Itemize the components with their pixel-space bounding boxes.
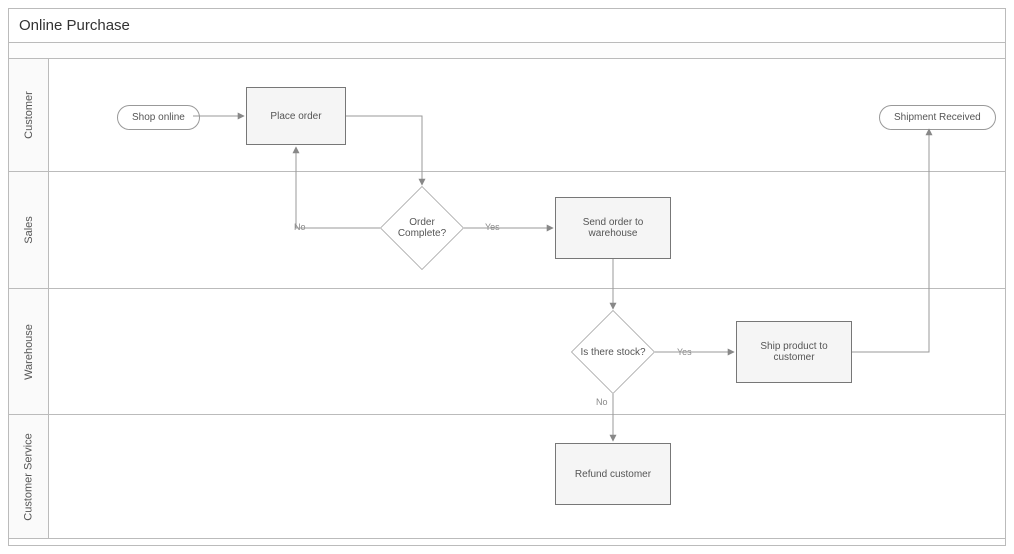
edge-label-yes-1: Yes: [485, 222, 500, 232]
edge-label-no-1: No: [294, 222, 306, 232]
node-shipment-received: Shipment Received: [879, 105, 996, 130]
lane-label-warehouse: Warehouse: [9, 289, 49, 414]
node-order-complete: Order Complete?: [380, 186, 464, 270]
node-ship-product: Ship product to customer: [736, 321, 852, 383]
swimlane-diagram: Online Purchase Customer Shop online Pla…: [8, 8, 1006, 546]
lane-sales: Sales Order Complete? Send order to ware…: [9, 172, 1005, 289]
node-is-stock: Is there stock?: [571, 310, 655, 394]
node-shop-online: Shop online: [117, 105, 200, 130]
node-place-order: Place order: [246, 87, 346, 145]
diagram-title: Online Purchase: [9, 9, 1005, 43]
lane-label-text: Sales: [23, 216, 35, 244]
lane-label-sales: Sales: [9, 172, 49, 288]
lane-customer-service: Customer Service Refund customer: [9, 415, 1005, 539]
lane-label-text: Warehouse: [23, 324, 35, 380]
node-refund: Refund customer: [555, 443, 671, 505]
lanes-container: Customer Shop online Place order Shipmen…: [9, 59, 1005, 539]
node-send-order: Send order to warehouse: [555, 197, 671, 259]
lane-label-service: Customer Service: [9, 415, 49, 538]
lane-customer: Customer Shop online Place order Shipmen…: [9, 59, 1005, 172]
diagram-spacer: [9, 43, 1005, 59]
edge-label-yes-2: Yes: [677, 347, 692, 357]
lane-warehouse: Warehouse Is there stock? Ship product t…: [9, 289, 1005, 415]
lane-label-text: Customer: [23, 91, 35, 139]
decision-label: Order Complete?: [387, 217, 457, 239]
lane-label-text: Customer Service: [23, 433, 35, 520]
decision-label: Is there stock?: [580, 347, 645, 358]
edge-label-no-2: No: [596, 397, 608, 407]
lane-label-customer: Customer: [9, 59, 49, 171]
